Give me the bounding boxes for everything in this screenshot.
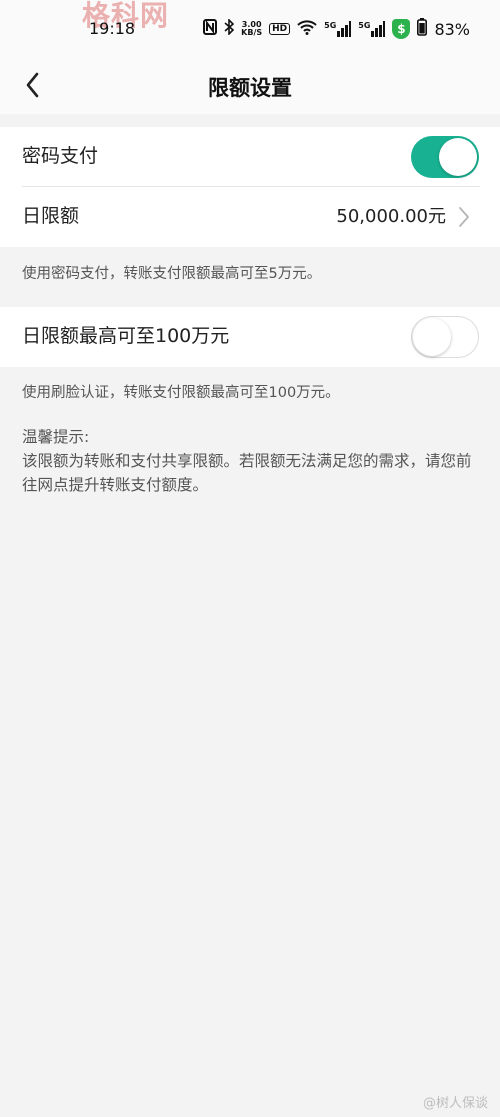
- daily-limit-row[interactable]: 日限额 50,000.00元: [0, 187, 500, 247]
- face-limit-toggle[interactable]: [411, 316, 479, 358]
- face-limit-row: 日限额最高可至100万元: [0, 307, 500, 367]
- hd-badge: HD: [269, 23, 291, 35]
- password-pay-toggle[interactable]: [411, 136, 479, 178]
- status-icons: 3.00 KB/S HD 5G 5G $ 83%: [203, 17, 470, 41]
- toggle-knob: [439, 138, 477, 176]
- password-pay-row: 密码支付: [0, 127, 500, 187]
- daily-limit-label: 日限额: [22, 205, 80, 227]
- daily-limit-value: 50,000.00元: [336, 206, 446, 227]
- battery-level: 83%: [434, 19, 470, 39]
- tips-body: 该限额为转账和支付共享限额。若限额无法满足您的需求，请您前往网点提升转账支付额度…: [22, 452, 472, 494]
- battery-icon: [417, 18, 428, 40]
- signal-icon: 5G: [324, 21, 352, 37]
- password-pay-hint: 使用密码支付，转账支付限额最高可至5万元。: [22, 266, 322, 282]
- tips-section: 温馨提示: 该限额为转账和支付共享限额。若限额无法满足您的需求，请您前往网点提升…: [22, 425, 482, 497]
- limit-settings-card: 密码支付 日限额 50,000.00元: [0, 127, 500, 247]
- toggle-knob: [413, 317, 451, 356]
- watermark-bottom: @树人保谈: [422, 1096, 488, 1111]
- chevron-right-icon: [458, 206, 470, 228]
- status-time: 19:18: [89, 19, 136, 38]
- face-auth-hint: 使用刷脸认证，转账支付限额最高可至100万元。: [22, 385, 340, 401]
- nav-bar: 限额设置: [0, 58, 500, 114]
- password-pay-label: 密码支付: [22, 145, 99, 167]
- network-speed: 3.00 KB/S: [241, 20, 263, 37]
- nfc-icon: [203, 19, 218, 39]
- signal-icon-2: 5G: [358, 21, 386, 37]
- status-bar: 格科网 19:18 3.00 KB/S HD 5G 5G $ 83%: [0, 0, 500, 58]
- bluetooth-icon: [224, 18, 235, 39]
- wifi-icon: [297, 19, 317, 39]
- face-limit-label: 日限额最高可至100万元: [22, 325, 230, 347]
- shield-icon: $: [392, 19, 411, 39]
- tips-title: 温馨提示:: [22, 428, 90, 446]
- page-title: 限额设置: [208, 76, 292, 100]
- face-limit-card: 日限额最高可至100万元: [0, 307, 500, 367]
